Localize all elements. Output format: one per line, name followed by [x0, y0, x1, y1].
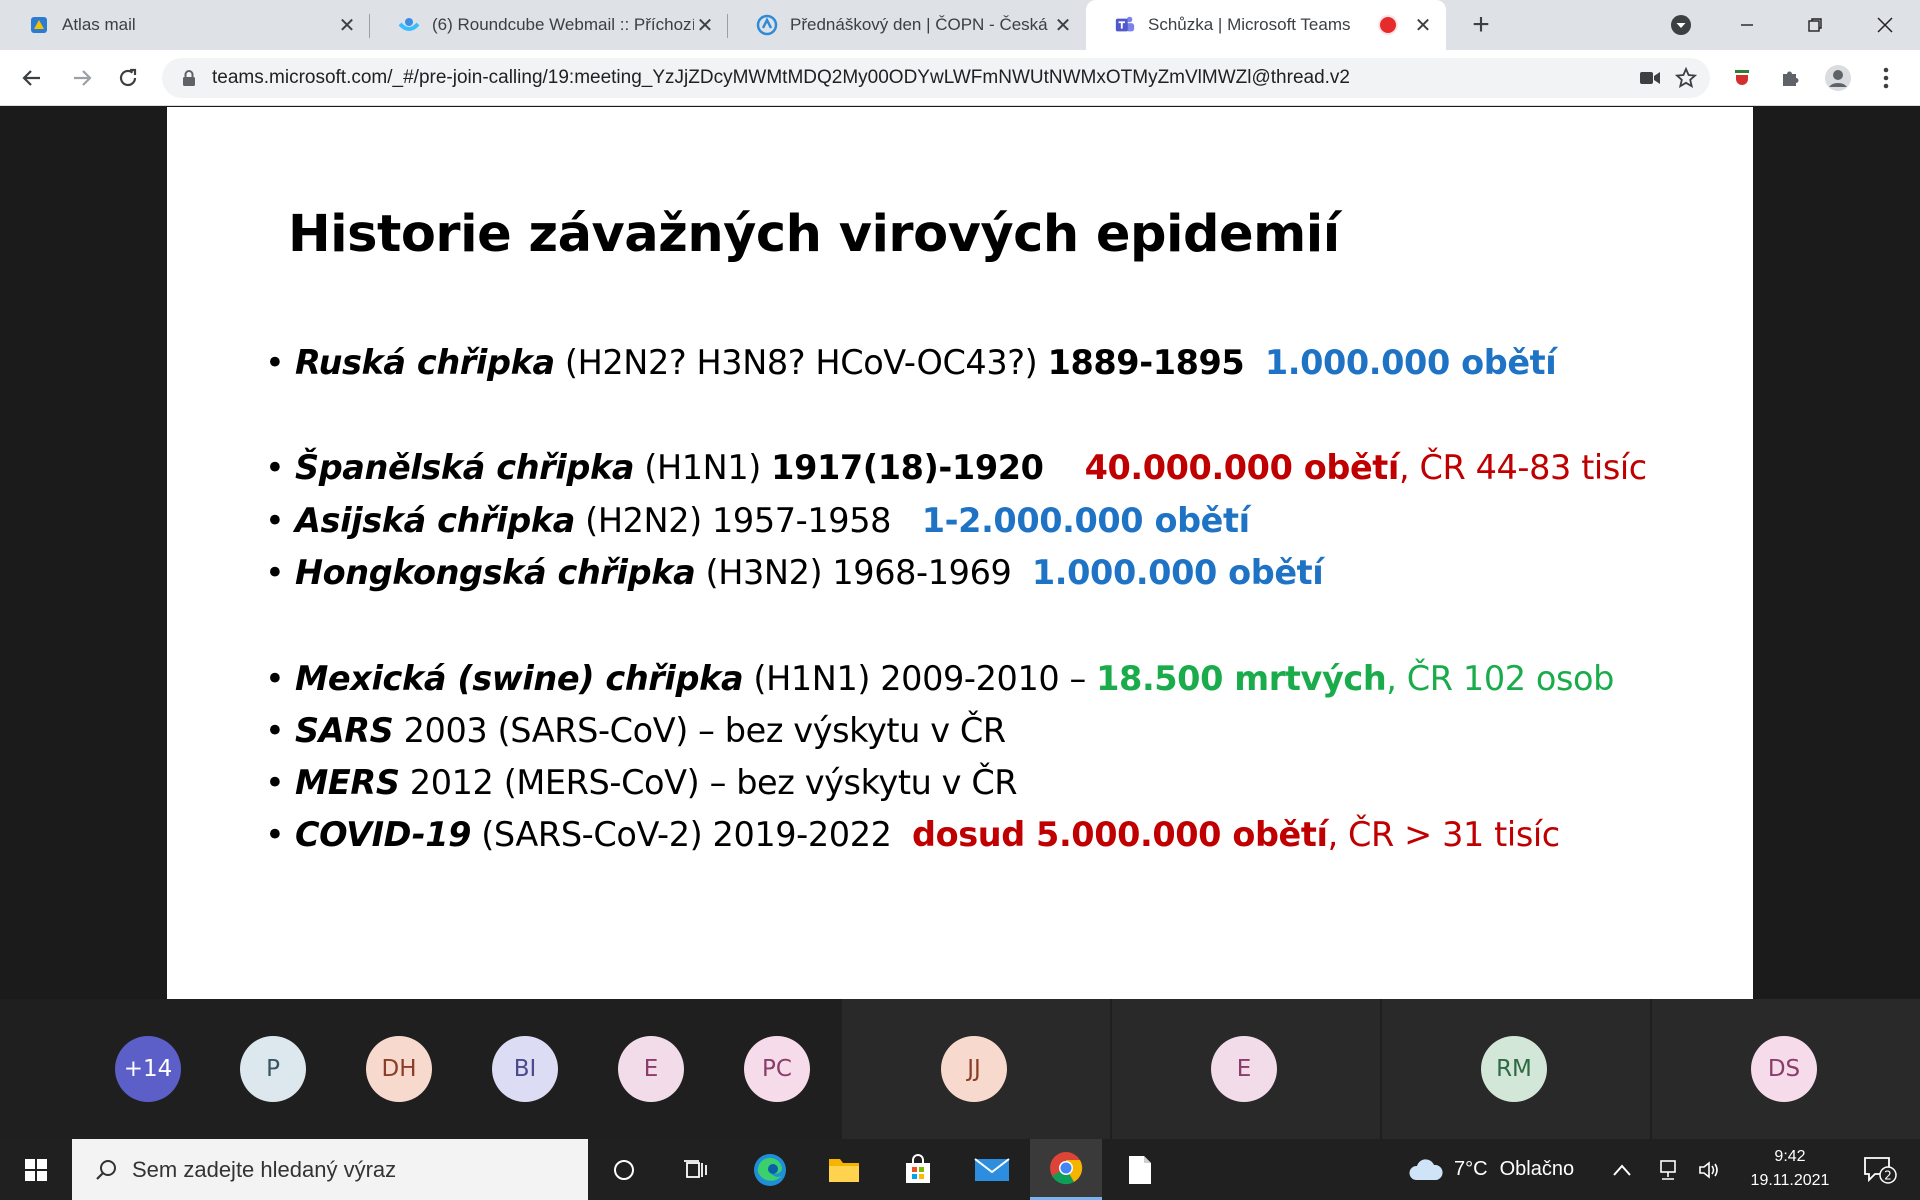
- reload-button[interactable]: [112, 62, 144, 94]
- overflow-participants-button[interactable]: +14: [115, 1036, 181, 1102]
- windows-logo-icon: [25, 1158, 47, 1181]
- mail-icon: [974, 1157, 1010, 1181]
- notification-center-button[interactable]: 2: [1850, 1139, 1910, 1200]
- participant-avatar[interactable]: JJ: [941, 1036, 1007, 1102]
- document-icon: [1129, 1155, 1151, 1184]
- network-button[interactable]: [1650, 1139, 1686, 1200]
- lock-icon[interactable]: [180, 69, 198, 87]
- cortana-button[interactable]: [588, 1139, 660, 1200]
- profile-avatar-icon[interactable]: [1822, 62, 1854, 94]
- cortana-circle-icon: [614, 1159, 634, 1180]
- cloud-icon: [1409, 1158, 1443, 1180]
- slide-bullet: • Mexická (swine) chřipka (H1N1) 2009-201…: [265, 659, 1615, 698]
- folder-icon: [829, 1158, 859, 1182]
- clock-time: 9:42: [1774, 1148, 1806, 1165]
- participant-avatar[interactable]: DS: [1751, 1036, 1817, 1102]
- teams-icon: [1114, 14, 1136, 36]
- taskbar-search-box[interactable]: Sem zadejte hledaný výraz: [72, 1139, 588, 1200]
- recording-indicator-icon: [1380, 17, 1396, 33]
- chrome-icon: [1050, 1152, 1083, 1185]
- browser-tab-strip: Atlas mail ✕ (6) Roundcube Webmail :: Př…: [0, 0, 1920, 50]
- copn-icon: [756, 14, 778, 36]
- roundcube-icon: [398, 14, 420, 36]
- back-button[interactable]: [16, 62, 48, 94]
- volume-button[interactable]: [1692, 1139, 1728, 1200]
- slide-bullet: • COVID-19 (SARS-CoV-2) 2019-2022 dosud 5…: [265, 815, 1560, 854]
- slide-title: Historie závažných virových epidemií: [288, 205, 1340, 264]
- close-window-button[interactable]: [1856, 0, 1914, 50]
- extension-shield-icon[interactable]: [1726, 62, 1758, 94]
- show-hidden-icons-button[interactable]: [1604, 1139, 1640, 1200]
- participant-avatar[interactable]: BI: [492, 1036, 558, 1102]
- browser-toolbar: teams.microsoft.com/_#/pre-join-calling/…: [0, 50, 1920, 106]
- task-view-icon: [684, 1159, 707, 1178]
- edge-app[interactable]: [734, 1139, 806, 1200]
- minimize-button[interactable]: [1718, 0, 1776, 50]
- network-icon: [1660, 1159, 1676, 1180]
- tab-title: Atlas mail: [62, 15, 136, 34]
- search-icon: [96, 1159, 116, 1180]
- slide-bullet: • Ruská chřipka (H2N2? H3N8? HCoV-OC43?) …: [265, 343, 1557, 382]
- weather-temperature: 7°C: [1454, 1158, 1488, 1180]
- weather-description: Oblačno: [1499, 1158, 1575, 1180]
- close-icon[interactable]: ✕: [1052, 14, 1074, 37]
- slide-bullet: • MERS 2012 (MERS-CoV) – bez výskytu v ČR: [265, 763, 1018, 802]
- taskbar-clock[interactable]: 9:42 19.11.2021: [1740, 1145, 1840, 1193]
- chrome-app[interactable]: [1030, 1139, 1102, 1200]
- tab-search-button[interactable]: [1652, 0, 1710, 50]
- atlas-icon: [28, 14, 50, 36]
- search-placeholder: Sem zadejte hledaný výraz: [132, 1156, 397, 1182]
- tab-title: Přednáškový den | ČOPN - Česká: [790, 15, 1048, 34]
- slide-bullet: • Španělská chřipka (H1N1) 1917(18)-1920 …: [265, 448, 1647, 487]
- participant-avatar[interactable]: E: [1211, 1036, 1277, 1102]
- task-view-button[interactable]: [660, 1139, 732, 1200]
- file-explorer-app[interactable]: [808, 1139, 880, 1200]
- participant-avatar[interactable]: DH: [366, 1036, 432, 1102]
- menu-kebab-icon[interactable]: [1870, 62, 1902, 94]
- presentation-slide: Historie závažných virových epidemií • Ru…: [167, 107, 1753, 999]
- close-icon[interactable]: ✕: [336, 14, 358, 37]
- slide-bullet: • Hongkongská chřipka (H3N2) 1968-1969 1.…: [265, 553, 1324, 592]
- camera-icon[interactable]: [1632, 70, 1668, 86]
- extensions-puzzle-icon[interactable]: [1774, 62, 1806, 94]
- bookmark-star-icon[interactable]: [1668, 67, 1704, 89]
- clock-date: 19.11.2021: [1750, 1172, 1830, 1189]
- windows-taskbar: Sem zadejte hledaný výraz 7°C Oblačno 9:…: [0, 1139, 1920, 1200]
- new-tab-button[interactable]: +: [1464, 8, 1498, 42]
- tab-atlas-mail[interactable]: Atlas mail ✕: [0, 0, 370, 50]
- notification-count: 2: [1884, 1168, 1892, 1182]
- restore-button[interactable]: [1786, 0, 1844, 50]
- edge-icon: [754, 1153, 786, 1186]
- tab-title: Schůzka | Microsoft Teams: [1148, 15, 1351, 34]
- slide-bullet: • SARS 2003 (SARS-CoV) – bez výskytu v ČR: [265, 711, 1006, 750]
- microsoft-store-app[interactable]: [882, 1139, 954, 1200]
- participant-avatar[interactable]: RM: [1481, 1036, 1547, 1102]
- participant-avatar[interactable]: P: [240, 1036, 306, 1102]
- tab-copn[interactable]: Přednáškový den | ČOPN - Česká ✕: [728, 0, 1086, 50]
- close-icon[interactable]: ✕: [694, 14, 716, 37]
- chevron-up-icon: [1613, 1163, 1631, 1176]
- tab-microsoft-teams[interactable]: Schůzka | Microsoft Teams ✕: [1086, 0, 1446, 50]
- weather-widget[interactable]: 7°C Oblačno: [1408, 1139, 1574, 1200]
- url-text[interactable]: teams.microsoft.com/_#/pre-join-calling/…: [212, 67, 1632, 89]
- slide-bullet: • Asijská chřipka (H2N2) 1957-1958 1-2.00…: [265, 501, 1250, 540]
- speaker-icon: [1699, 1160, 1718, 1179]
- shared-screen-area: Historie závažných virových epidemií • Ru…: [0, 107, 1920, 999]
- forward-button[interactable]: [66, 62, 98, 94]
- mail-app[interactable]: [956, 1139, 1028, 1200]
- tab-roundcube[interactable]: (6) Roundcube Webmail :: Příchozí ✕: [370, 0, 728, 50]
- store-bag-icon: [906, 1153, 930, 1183]
- notepad-app[interactable]: [1104, 1139, 1176, 1200]
- address-bar[interactable]: teams.microsoft.com/_#/pre-join-calling/…: [162, 58, 1710, 98]
- participant-avatar[interactable]: PC: [744, 1036, 810, 1102]
- tab-title: (6) Roundcube Webmail :: Příchozí: [432, 15, 694, 34]
- close-icon[interactable]: ✕: [1412, 14, 1434, 37]
- notification-icon: 2: [1864, 1156, 1897, 1184]
- windows-start-button[interactable]: [0, 1139, 72, 1200]
- participant-strip: +14 P DH BI E PC JJ E RM DS: [0, 999, 1920, 1139]
- participant-avatar[interactable]: E: [618, 1036, 684, 1102]
